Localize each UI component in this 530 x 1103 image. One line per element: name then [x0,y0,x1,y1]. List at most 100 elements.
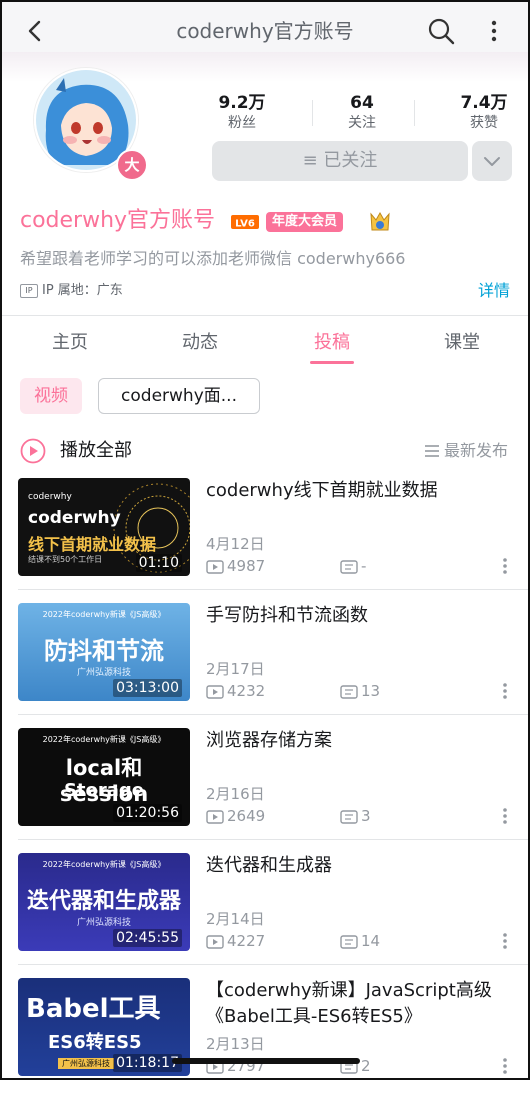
active-tab-indicator [310,361,354,364]
video-item[interactable]: 2022年coderwhy新课《JS高级》 迭代器和生成器 广州弘源科技 02:… [2,853,528,978]
nav-title: coderwhy官方账号 [176,19,354,43]
video-date: 2月17日 [206,660,265,678]
video-thumbnail[interactable]: coderwhy coderwhy 线下首期就业数据 结课不到50个工作日 01… [18,478,190,576]
more-options-icon[interactable] [500,931,510,951]
video-thumbnail[interactable]: 2022年coderwhy新课《JS高级》 防抖和节流 广州弘源科技 03:13… [18,603,190,701]
video-item[interactable]: coderwhy coderwhy 线下首期就业数据 结课不到50个工作日 01… [2,478,528,603]
filter-video-chip[interactable]: 视频 [20,378,82,414]
video-title[interactable]: coderwhy线下首期就业数据 [206,478,506,504]
thumb-title: 迭代器和生成器 [26,889,181,914]
ip-location: IP IP 属地：广东 [20,282,123,300]
video-date: 2月14日 [206,910,265,928]
play-count: 4232 [227,682,266,700]
following-count: 64 [350,93,374,113]
play-all-button[interactable]: 播放全部 [60,438,132,464]
play-count: 2649 [227,807,266,825]
danmu-icon [340,810,358,824]
ip-icon: IP [20,283,38,298]
danmu-icon [340,935,358,949]
more-options-icon[interactable] [500,681,510,701]
stat-divider [414,100,415,126]
chevron-down-icon [484,157,500,166]
fans-count: 9.2万 [218,93,266,113]
likes-label: 获赞 [470,115,498,131]
play-count-icon [206,685,224,699]
video-date: 2月16日 [206,785,265,803]
thumb-brand: coderwhy [28,492,72,502]
video-plays: 4227 [206,931,265,951]
thumb-caption: 广州弘源科技 [76,918,131,928]
video-title[interactable]: 手写防抖和节流函数 [206,603,506,629]
follow-dropdown-button[interactable] [472,141,512,181]
danmu-count: 2 [361,1057,371,1075]
thumb-caption: 广州弘源科技 [58,1058,114,1069]
home-indicator[interactable] [172,1058,360,1064]
profile-bio: 希望跟着老师学习的可以添加老师微信 coderwhy666 [20,249,406,268]
more-vertical-icon[interactable] [484,16,504,46]
level-text: LV6 [235,219,255,230]
tab-home[interactable]: 主页 [20,330,120,356]
play-count-icon [206,935,224,949]
video-duration: 01:20:56 [113,804,182,822]
thumb-caption: 结课不到50个工作日 [28,555,103,564]
more-options-icon[interactable] [500,556,510,576]
video-danmu: 13 [340,681,380,701]
profile-name: coderwhy官方账号 [20,208,216,233]
sort-button[interactable]: 最新发布 [424,440,508,462]
item-divider [18,714,528,715]
play-count-icon [206,810,224,824]
thumb-title: 防抖和节流 [44,637,164,665]
video-date: 4月12日 [206,535,265,553]
thumb-course: 2022年coderwhy新课《JS高级》 [42,860,166,869]
tab-classroom[interactable]: 课堂 [412,330,512,356]
tab-dynamic[interactable]: 动态 [150,330,250,356]
item-divider [18,589,528,590]
danmu-count: - [361,557,367,575]
back-icon[interactable] [20,16,50,46]
video-item[interactable]: 2022年coderwhy新课《JS高级》 local和 session Sto… [2,728,528,853]
video-plays: 2649 [206,806,265,826]
likes-count: 7.4万 [460,93,508,113]
play-count: 4227 [227,932,266,950]
thumb-title: coderwhy [28,508,121,528]
thumb-course: 2022年coderwhy新课《JS高级》 [42,610,166,619]
more-options-icon[interactable] [500,806,510,826]
stat-fans[interactable]: 9.2万 粉丝 [192,92,292,132]
play-count: 4987 [227,557,266,575]
video-title[interactable]: 【coderwhy新课】JavaScript高级《Babel工具-ES6转ES5… [206,978,506,1030]
danmu-count: 3 [361,807,371,825]
video-plays: 4987 [206,556,265,576]
more-options-icon[interactable] [500,1056,510,1076]
video-duration: 03:13:00 [113,679,182,697]
thumb-subtitle: Storage [63,780,145,801]
video-thumbnail[interactable]: 2022年coderwhy新课《JS高级》 迭代器和生成器 广州弘源科技 02:… [18,853,190,951]
tab-uploads[interactable]: 投稿 [282,330,382,356]
search-icon[interactable] [426,16,456,46]
filter-collection-chip[interactable]: coderwhy面... [98,378,260,414]
stat-likes: 7.4万 获赞 [434,92,530,132]
video-danmu: 3 [340,806,371,826]
section-divider [2,315,528,316]
video-title[interactable]: 浏览器存储方案 [206,728,506,754]
sort-label: 最新发布 [444,441,509,460]
video-item[interactable]: Babel工具 ES6转ES5 广州弘源科技 01:18:17 【coderwh… [2,978,528,1103]
ip-location-text: IP 属地：广东 [42,283,123,298]
video-thumbnail[interactable]: 2022年coderwhy新课《JS高级》 local和 session Sto… [18,728,190,826]
play-all-icon[interactable] [20,438,46,464]
danmu-count: 14 [361,932,381,950]
video-thumbnail[interactable]: Babel工具 ES6转ES5 广州弘源科技 01:18:17 [18,978,190,1076]
stat-following[interactable]: 64 关注 [312,92,412,132]
sort-list-icon [425,445,439,457]
video-plays: 4232 [206,681,265,701]
video-item[interactable]: 2022年coderwhy新课《JS高级》 防抖和节流 广州弘源科技 03:13… [2,603,528,728]
thumb-title: Babel工具 [26,994,161,1024]
thumb-subtitle: 线下首期就业数据 [28,535,157,554]
item-divider [18,964,528,965]
thumb-course: 2022年coderwhy新课《JS高级》 [42,735,166,744]
video-date: 2月13日 [206,1035,265,1053]
video-danmu: 14 [340,931,380,951]
video-title[interactable]: 迭代器和生成器 [206,853,506,879]
detail-link[interactable]: 详情 [478,280,510,302]
followed-button[interactable]: ≡ 已关注 [212,141,468,181]
big-member-badge: 大 [116,149,148,181]
